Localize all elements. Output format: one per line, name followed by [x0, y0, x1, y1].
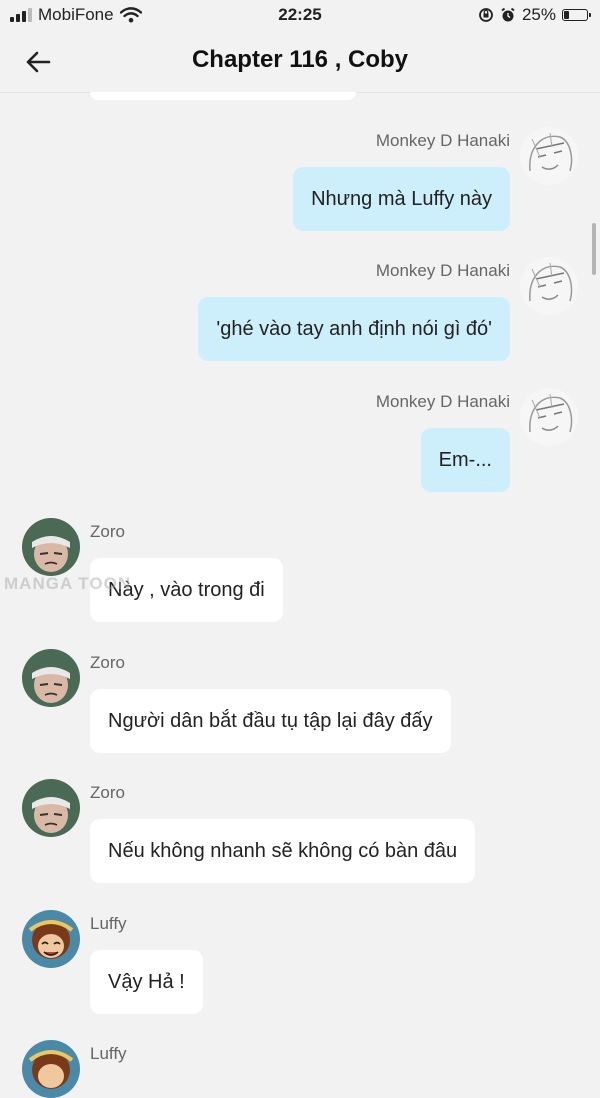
avatar[interactable] [520, 257, 578, 315]
status-right: 25% [478, 5, 591, 25]
header: Chapter 116 , Coby [0, 32, 600, 93]
message-bubble[interactable]: 'ghé vào tay anh định nói gì đó' [198, 297, 510, 361]
message-bubble[interactable]: Người dân bắt đầu tụ tập lại đây đấy [90, 689, 451, 753]
avatar[interactable] [22, 649, 80, 707]
sender-name: Luffy [90, 914, 127, 933]
partial-bubble [90, 92, 356, 100]
orientation-lock-icon [479, 8, 493, 22]
message-item: Zoro Người dân bắt đầu tụ tập lại đây đấ… [0, 649, 600, 753]
message-bubble[interactable]: Nhưng mà Luffy này [293, 167, 510, 231]
battery-icon [562, 9, 591, 21]
avatar[interactable] [22, 518, 80, 576]
message-bubble[interactable]: Vậy Hả ! [90, 950, 203, 1014]
avatar[interactable] [22, 779, 80, 837]
avatar[interactable] [520, 127, 578, 185]
message-item: Monkey D Hanaki Em-... [0, 388, 600, 492]
battery-fill [564, 11, 570, 19]
avatar[interactable] [22, 1040, 80, 1098]
avatar[interactable] [520, 388, 578, 446]
message-bubble[interactable]: Em-... [420, 428, 510, 492]
message-item: Zoro Nếu không nhanh sẽ không có bàn đâu [0, 779, 600, 883]
alarm-icon [501, 7, 515, 22]
sender-name: Monkey D Hanaki [375, 392, 510, 411]
message-item: Luffy Vậy Hả ! [0, 910, 600, 1014]
sender-name: Luffy [90, 1044, 127, 1063]
message-item: Zoro Này , vào trong đi [0, 518, 600, 622]
page-title: Chapter 116 , Coby [191, 46, 409, 73]
watermark: MANGA TOON [4, 574, 132, 593]
battery-percent: 25% [521, 5, 556, 24]
message-item: Monkey D Hanaki 'ghé vào tay anh định nó… [0, 257, 600, 361]
message-item: Luffy [0, 1040, 600, 1098]
message-bubble[interactable]: Nếu không nhanh sẽ không có bàn đâu [90, 819, 476, 883]
sender-name: Monkey D Hanaki [375, 131, 510, 150]
status-bar: MobiFone 22:25 25% [0, 0, 600, 32]
message-item: Monkey D Hanaki Nhưng mà Luffy này [0, 127, 600, 231]
sender-name: Zoro [90, 522, 125, 541]
sender-name: Zoro [90, 653, 125, 672]
sender-name: Zoro [90, 783, 125, 802]
sender-name: Monkey D Hanaki [375, 261, 510, 280]
avatar[interactable] [22, 910, 80, 968]
